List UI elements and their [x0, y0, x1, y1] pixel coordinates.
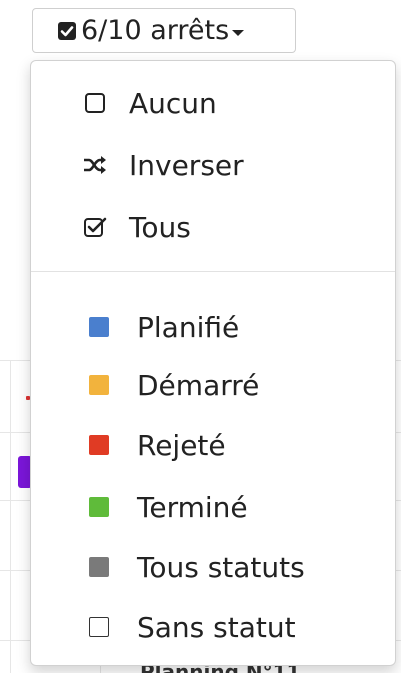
status-color-swatch [89, 617, 109, 637]
menu-item-label: Terminé [137, 490, 248, 524]
background-row-divider [10, 360, 11, 673]
menu-item-status-rejected[interactable]: Rejeté [31, 417, 395, 473]
menu-item-select-all[interactable]: Tous [31, 199, 395, 255]
caret-down-icon [232, 29, 245, 36]
status-color-swatch [89, 435, 109, 455]
checked-box-icon [58, 21, 76, 40]
menu-item-label: Planifié [137, 310, 240, 344]
menu-item-status-started[interactable]: Démarré [31, 357, 395, 413]
stops-filter-toggle-button[interactable]: 6/10 arrêts [32, 8, 296, 53]
status-color-swatch [89, 497, 109, 517]
menu-item-status-planned[interactable]: Planifié [31, 299, 395, 355]
menu-item-select-none[interactable]: Aucun [31, 75, 395, 131]
menu-item-label: Démarré [137, 368, 260, 402]
stops-filter-dropdown-menu: Aucun Inverser Tous Planifié Démarré Rej… [30, 60, 396, 666]
shuffle-icon [83, 153, 107, 177]
menu-item-label: Rejeté [137, 428, 226, 462]
menu-item-status-completed[interactable]: Terminé [31, 479, 395, 535]
status-color-swatch [89, 375, 109, 395]
menu-item-label: Inverser [129, 148, 244, 182]
menu-item-invert[interactable]: Inverser [31, 137, 395, 193]
status-color-swatch [89, 557, 109, 577]
menu-item-label: Tous [129, 210, 191, 244]
menu-item-label: Tous statuts [137, 550, 305, 584]
check-square-icon [83, 215, 107, 239]
menu-item-status-all[interactable]: Tous statuts [31, 539, 395, 595]
menu-divider [31, 271, 395, 272]
page: Planning N°11 6/10 arrêts Aucun Inverser… [0, 0, 401, 673]
menu-item-label: Sans statut [137, 610, 296, 644]
empty-box-icon [83, 91, 107, 115]
menu-item-status-none[interactable]: Sans statut [31, 599, 395, 655]
status-color-swatch [89, 317, 109, 337]
menu-item-label: Aucun [129, 86, 217, 120]
stops-filter-label: 6/10 arrêts [81, 15, 230, 46]
